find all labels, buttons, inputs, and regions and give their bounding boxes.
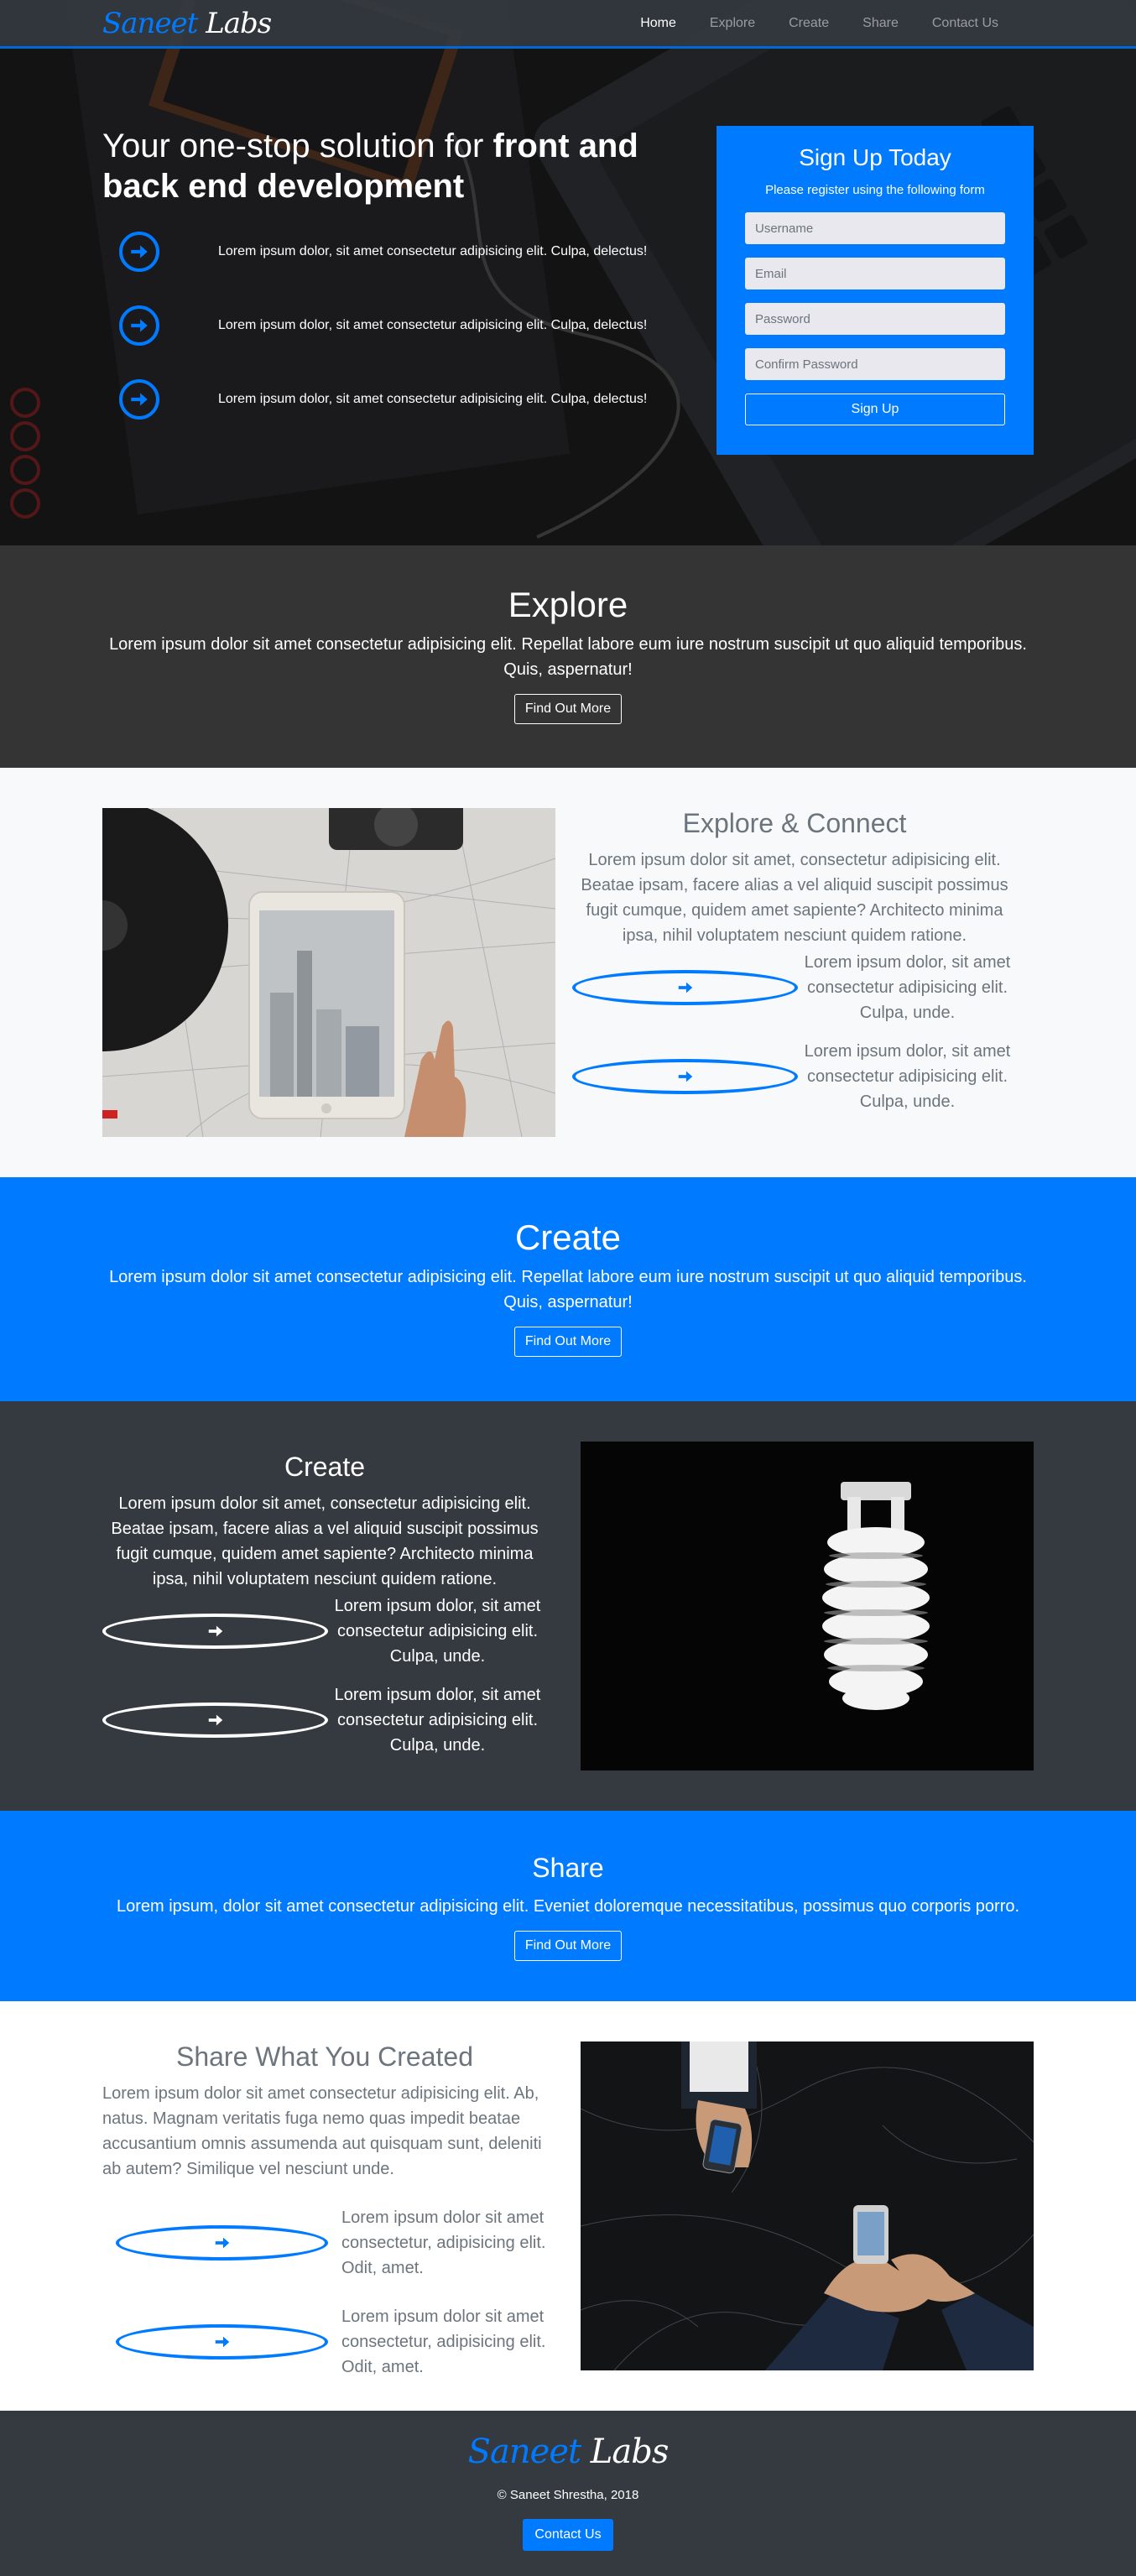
phones-marble-image [581, 2042, 1034, 2370]
signup-title: Sign Up Today [799, 144, 951, 170]
feature-item: Lorem ipsum dolor, sit amet consectetur … [102, 1682, 547, 1758]
navbar: Saneet Labs Home Explore Create Share Co… [0, 0, 1136, 49]
footer-copyright: © Saneet Shrestha, 2018 [497, 2488, 639, 2502]
signup-subtitle: Please register using the following form [765, 183, 985, 197]
arrow-circle-right-icon [116, 2324, 328, 2360]
create-section: Create Lorem ipsum dolor sit amet, conse… [0, 1401, 1136, 1811]
arrow-circle-right-icon [102, 1614, 328, 1649]
feature-item: Lorem ipsum dolor sit amet consectetur, … [102, 2205, 547, 2281]
footer-brand-logo[interactable]: Saneet Labs [0, 2433, 1136, 2471]
signup-button[interactable]: Sign Up [745, 394, 1005, 425]
explore-band: Explore Lorem ipsum dolor sit amet conse… [0, 545, 1136, 768]
feature-item: Lorem ipsum dolor, sit amet consectetur … [572, 950, 1017, 1025]
tablet-map-image [102, 808, 555, 1137]
footer-brand-second: Labs [590, 2433, 670, 2471]
brand-logo[interactable]: Saneet Labs [102, 6, 272, 40]
brand-first: Saneet [102, 6, 198, 40]
signup-form: Sign Up Today Please register using the … [717, 126, 1034, 455]
feature-item-text: Lorem ipsum dolor sit amet consectetur, … [341, 2208, 546, 2277]
share-title: Share What You Created [175, 2042, 473, 2072]
create-band-text: Lorem ipsum dolor sit amet consectetur a… [109, 1268, 1027, 1311]
create-band: Create Lorem ipsum dolor sit amet consec… [0, 1177, 1136, 1401]
explore-find-out-more-button[interactable]: Find Out More [513, 694, 623, 724]
light-bulb-image [581, 1442, 1034, 1770]
explore-connect-title: Explore & Connect [682, 808, 907, 838]
hero-feature-item: Lorem ipsum dolor, sit amet consectetur … [102, 305, 648, 346]
password-input[interactable] [745, 303, 1005, 335]
share-find-out-more-button[interactable]: Find Out More [513, 1931, 623, 1961]
create-band-title: Create [514, 1218, 622, 1257]
feature-item-text: Lorem ipsum dolor, sit amet consectetur … [334, 1686, 541, 1755]
explore-connect-section: Explore & Connect Lorem ipsum dolor sit … [0, 768, 1136, 1177]
share-content: Share What You Created Lorem ipsum dolor… [102, 2042, 547, 2380]
explore-connect-content: Explore & Connect Lorem ipsum dolor sit … [572, 808, 1017, 1114]
hero-feature-text: Lorem ipsum dolor, sit amet consectetur … [218, 392, 648, 406]
feature-item: Lorem ipsum dolor, sit amet consectetur … [102, 1593, 547, 1669]
confirm-password-input[interactable] [745, 348, 1005, 380]
share-text: Lorem ipsum dolor sit amet consectetur a… [102, 2084, 542, 2178]
feature-item-text: Lorem ipsum dolor, sit amet consectetur … [804, 953, 1011, 1022]
explore-band-text: Lorem ipsum dolor sit amet consectetur a… [109, 635, 1027, 679]
hero-title-plain: Your one-stop solution for [102, 128, 493, 164]
share-section: Share What You Created Lorem ipsum dolor… [0, 2001, 1136, 2411]
explore-band-title: Explore [508, 585, 628, 624]
hero-content: Your one-stop solution for front and bac… [102, 126, 648, 455]
footer-brand-first: Saneet [467, 2433, 581, 2471]
arrow-circle-right-icon [572, 1059, 798, 1094]
arrow-circle-right-icon [119, 232, 159, 272]
arrow-circle-right-icon [119, 379, 159, 420]
feature-item-text: Lorem ipsum dolor, sit amet consectetur … [334, 1597, 541, 1666]
footer: Saneet Labs © Saneet Shrestha, 2018 Cont… [0, 2411, 1136, 2576]
create-text: Lorem ipsum dolor sit amet, consectetur … [111, 1494, 539, 1588]
create-content: Create Lorem ipsum dolor sit amet, conse… [102, 1442, 547, 1758]
arrow-circle-right-icon [572, 970, 798, 1005]
brand-second: Labs [206, 6, 272, 40]
nav-item-home[interactable]: Home [623, 16, 693, 31]
share-band: Share Lorem ipsum, dolor sit amet consec… [0, 1811, 1136, 2001]
hero-feature-text: Lorem ipsum dolor, sit amet consectetur … [218, 244, 648, 258]
nav-item-contact[interactable]: Contact Us [915, 16, 1015, 31]
feature-item-text: Lorem ipsum dolor sit amet consectetur, … [341, 2307, 546, 2376]
hero-feature-item: Lorem ipsum dolor, sit amet consectetur … [102, 379, 648, 420]
feature-item-text: Lorem ipsum dolor, sit amet consectetur … [804, 1042, 1011, 1111]
email-input[interactable] [745, 258, 1005, 289]
nav-menu: Home Explore Create Share Contact Us [623, 16, 1015, 31]
username-input[interactable] [745, 212, 1005, 244]
feature-item: Lorem ipsum dolor sit amet consectetur, … [102, 2304, 547, 2380]
share-band-title: Share [532, 1853, 604, 1883]
create-title: Create [284, 1452, 366, 1482]
nav-item-share[interactable]: Share [846, 16, 915, 31]
arrow-circle-right-icon [119, 305, 159, 346]
nav-item-create[interactable]: Create [772, 16, 846, 31]
hero-feature-text: Lorem ipsum dolor, sit amet consectetur … [218, 318, 648, 332]
create-find-out-more-button[interactable]: Find Out More [513, 1327, 623, 1357]
hero-title: Your one-stop solution for front and bac… [102, 126, 648, 206]
explore-connect-text: Lorem ipsum dolor sit amet, consectetur … [581, 851, 1008, 945]
hero-section: Your one-stop solution for front and bac… [0, 0, 1136, 545]
footer-contact-button[interactable]: Contact Us [523, 2519, 613, 2551]
hero-feature-item: Lorem ipsum dolor, sit amet consectetur … [102, 232, 648, 272]
share-band-text: Lorem ipsum, dolor sit amet consectetur … [116, 1897, 1020, 1916]
nav-item-explore[interactable]: Explore [693, 16, 772, 31]
arrow-circle-right-icon [102, 1703, 328, 1738]
arrow-circle-right-icon [116, 2225, 328, 2261]
feature-item: Lorem ipsum dolor, sit amet consectetur … [572, 1039, 1017, 1114]
